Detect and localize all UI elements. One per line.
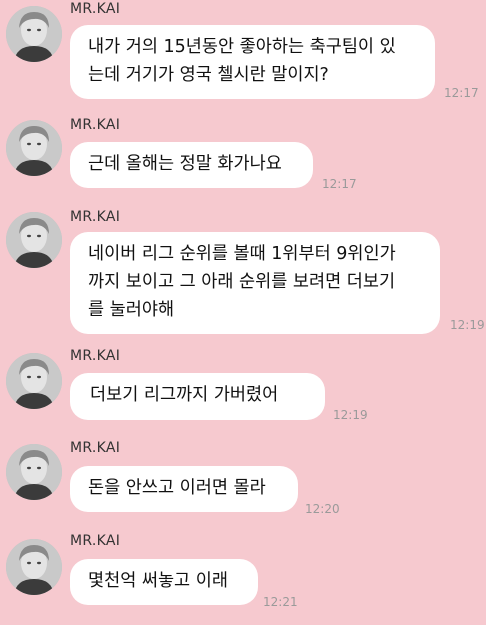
message-row: MR.KAI 근데 올해는 정말 화가나요 12:17 xyxy=(0,114,486,204)
message-row: MR.KAI 몇천억 써놓고 이래 12:21 xyxy=(0,525,486,625)
profile-photo-icon xyxy=(6,6,62,62)
message-row: MR.KAI 더보기 리그까지 가버렸어 12:19 xyxy=(0,345,486,430)
message-time: 12:19 xyxy=(450,318,485,332)
message-time: 12:17 xyxy=(322,177,357,191)
message-bubble[interactable]: 근데 올해는 정말 화가나요 xyxy=(70,142,313,188)
message-bubble[interactable]: 몇천억 써놓고 이래 xyxy=(70,559,258,605)
message-row: MR.KAI 내가 거의 15년동안 좋아하는 축구팀이 있 는데 거기가 영국… xyxy=(0,0,486,110)
profile-photo-icon xyxy=(6,539,62,595)
message-time: 12:20 xyxy=(305,502,340,516)
message-time: 12:17 xyxy=(444,86,479,100)
avatar[interactable] xyxy=(6,212,62,268)
message-time: 12:19 xyxy=(333,408,368,422)
avatar[interactable] xyxy=(6,444,62,500)
sender-name: MR.KAI xyxy=(70,533,121,549)
sender-name: MR.KAI xyxy=(70,209,121,225)
profile-photo-icon xyxy=(6,353,62,409)
avatar[interactable] xyxy=(6,539,62,595)
message-bubble[interactable]: 네이버 리그 순위를 볼때 1위부터 9위인가 까지 보이고 그 아래 순위를 … xyxy=(70,232,440,334)
profile-photo-icon xyxy=(6,120,62,176)
message-row: MR.KAI 네이버 리그 순위를 볼때 1위부터 9위인가 까지 보이고 그 … xyxy=(0,206,486,340)
sender-name: MR.KAI xyxy=(70,348,121,364)
chat-view: MR.KAI 내가 거의 15년동안 좋아하는 축구팀이 있 는데 거기가 영국… xyxy=(0,0,486,625)
avatar[interactable] xyxy=(6,120,62,176)
message-bubble[interactable]: 내가 거의 15년동안 좋아하는 축구팀이 있 는데 거기가 영국 첼시란 말이… xyxy=(70,25,435,99)
avatar[interactable] xyxy=(6,353,62,409)
sender-name: MR.KAI xyxy=(70,440,121,456)
message-bubble[interactable]: 돈을 안쓰고 이러면 몰라 xyxy=(70,466,298,512)
message-row: MR.KAI 돈을 안쓰고 이러면 몰라 12:20 xyxy=(0,432,486,522)
profile-photo-icon xyxy=(6,444,62,500)
message-bubble[interactable]: 더보기 리그까지 가버렸어 xyxy=(70,373,325,420)
sender-name: MR.KAI xyxy=(70,1,121,17)
message-time: 12:21 xyxy=(263,595,298,609)
avatar[interactable] xyxy=(6,6,62,62)
profile-photo-icon xyxy=(6,212,62,268)
sender-name: MR.KAI xyxy=(70,117,121,133)
